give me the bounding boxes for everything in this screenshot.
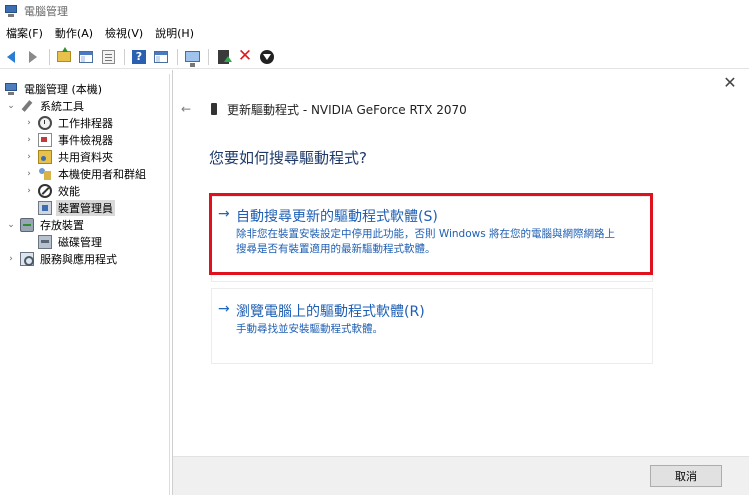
help-button[interactable]: ? (130, 48, 148, 66)
forward-button[interactable] (24, 48, 42, 66)
tree-item-label: 存放裝置 (40, 218, 84, 232)
tree-item-local-users[interactable]: › 本機使用者和群組 (24, 165, 148, 182)
close-icon[interactable]: ✕ (723, 75, 737, 91)
menu-help[interactable]: 說明(H) (149, 25, 200, 41)
browse-option[interactable]: → 瀏覽電腦上的驅動程式軟體(R) 手動尋找並安裝驅動程式軟體。 (211, 288, 653, 364)
uninstall-icon: ✕ (237, 46, 253, 66)
arrow-right-icon: → (218, 301, 230, 317)
chevron-right-icon[interactable]: › (24, 152, 34, 162)
services-icon (20, 251, 34, 266)
tree-item-performance[interactable]: › 效能 (24, 182, 82, 199)
tree-item-task-scheduler[interactable]: › 工作排程器 (24, 114, 115, 131)
download-button[interactable] (258, 48, 276, 66)
auto-search-title: 自動搜尋更新的驅動程式軟體(S) (236, 209, 438, 225)
chevron-right-icon[interactable]: › (24, 118, 34, 128)
help-icon: ? (132, 49, 146, 64)
browse-description: 手動尋找並安裝驅動程式軟體。 (236, 323, 383, 335)
tree-item-label: 本機使用者和群組 (58, 167, 146, 181)
tree-item-label: 事件檢視器 (58, 133, 113, 147)
navigation-tree: 電腦管理 (本機) ⌄ 系統工具 › 工作排程器 › 事件檢視器 › 共用資料夾… (0, 74, 170, 495)
show-pane-icon (154, 50, 168, 63)
scan-hardware-button[interactable] (183, 48, 201, 67)
performance-icon (38, 183, 52, 198)
chevron-right-icon[interactable]: › (24, 135, 34, 145)
properties-icon (101, 49, 115, 64)
tree-item-label: 工作排程器 (58, 116, 113, 130)
dialog-header: 更新驅動程式 - NVIDIA GeForce RTX 2070 (227, 103, 467, 117)
tree-item-label: 共用資料夾 (58, 150, 113, 164)
storage-icon (20, 217, 34, 232)
show-pane-button[interactable] (152, 48, 170, 66)
back-arrow-icon (7, 50, 15, 63)
menu-action[interactable]: 動作(A) (49, 25, 99, 41)
tree-item-root[interactable]: 電腦管理 (本機) (4, 80, 104, 97)
toolbar-separator (177, 48, 178, 65)
up-folder-button[interactable] (55, 47, 73, 66)
device-icon (211, 103, 217, 115)
tree-item-label: 磁碟管理 (58, 235, 102, 249)
toolbar: ? ✕ (0, 45, 749, 69)
tree-item-label: 電腦管理 (本機) (24, 82, 103, 96)
chevron-down-icon[interactable]: ⌄ (6, 220, 16, 230)
scan-hardware-icon (184, 51, 200, 67)
chevron-right-icon[interactable]: › (6, 254, 16, 264)
update-driver-button[interactable] (214, 48, 232, 66)
toolbar-separator (49, 48, 50, 65)
auto-search-description: 除非您在裝置安裝設定中停用此功能，否則 Windows 將在您的電腦與網際網路上… (236, 227, 646, 257)
device-manager-icon (38, 200, 52, 215)
back-button[interactable] (2, 48, 20, 66)
toolbar-separator (208, 48, 209, 65)
tree-item-label: 效能 (58, 184, 80, 198)
users-icon (38, 167, 52, 181)
download-icon (260, 49, 274, 64)
window-title: 電腦管理 (24, 5, 68, 18)
tree-item-device-manager[interactable]: 裝置管理員 (38, 199, 115, 216)
tree-item-disk-management[interactable]: 磁碟管理 (38, 233, 104, 250)
chevron-right-icon[interactable]: › (24, 169, 34, 179)
tools-icon (21, 99, 33, 112)
auto-search-option[interactable]: → 自動搜尋更新的驅動程式軟體(S) 除非您在裝置安裝設定中停用此功能，否則 W… (211, 196, 653, 282)
computer-icon (4, 82, 18, 96)
arrow-right-icon: → (218, 206, 230, 222)
uninstall-button[interactable]: ✕ (236, 48, 254, 66)
chevron-right-icon[interactable]: › (24, 186, 34, 196)
dialog-footer: 取消 (173, 456, 749, 495)
menu-bar: 檔案(F) 動作(A) 檢視(V) 說明(H) (0, 22, 749, 44)
shared-folder-icon (38, 149, 52, 164)
tree-item-system-tools[interactable]: ⌄ 系統工具 (6, 97, 86, 114)
menu-view[interactable]: 檢視(V) (99, 25, 149, 41)
dialog-question: 您要如何搜尋驅動程式? (209, 149, 367, 167)
cancel-button[interactable]: 取消 (650, 465, 722, 487)
tree-item-label: 裝置管理員 (56, 199, 115, 216)
up-folder-icon (57, 47, 71, 62)
tree-item-event-viewer[interactable]: › 事件檢視器 (24, 131, 115, 148)
computer-management-icon (4, 4, 18, 18)
auto-search-desc-line: 除非您在裝置安裝設定中停用此功能，否則 Windows 將在您的電腦與網際網路上 (236, 228, 616, 240)
properties-button[interactable] (99, 48, 117, 66)
event-viewer-icon (38, 132, 52, 147)
update-driver-dialog: ✕ ← 更新驅動程式 - NVIDIA GeForce RTX 2070 您要如… (172, 70, 749, 495)
title-bar: 電腦管理 (0, 0, 749, 22)
tree-item-storage[interactable]: ⌄ 存放裝置 (6, 216, 86, 233)
forward-arrow-icon (29, 50, 37, 63)
chevron-down-icon[interactable]: ⌄ (6, 101, 16, 111)
tree-item-label: 服務與應用程式 (40, 252, 117, 266)
tree-item-label: 系統工具 (40, 99, 84, 113)
toolbar-separator (124, 48, 125, 65)
disk-icon (38, 234, 52, 249)
tree-item-shared-folders[interactable]: › 共用資料夾 (24, 148, 115, 165)
tree-item-services[interactable]: › 服務與應用程式 (6, 250, 119, 267)
menu-file[interactable]: 檔案(F) (0, 25, 49, 41)
update-driver-icon (217, 49, 232, 64)
show-hide-tree-icon (79, 50, 93, 63)
show-hide-tree-button[interactable] (77, 48, 95, 66)
browse-title: 瀏覽電腦上的驅動程式軟體(R) (236, 304, 425, 320)
auto-search-desc-line: 搜尋是否有裝置適用的最新驅動程式軟體。 (236, 243, 436, 255)
back-arrow-icon[interactable]: ← (181, 102, 191, 116)
clock-icon (38, 115, 52, 130)
